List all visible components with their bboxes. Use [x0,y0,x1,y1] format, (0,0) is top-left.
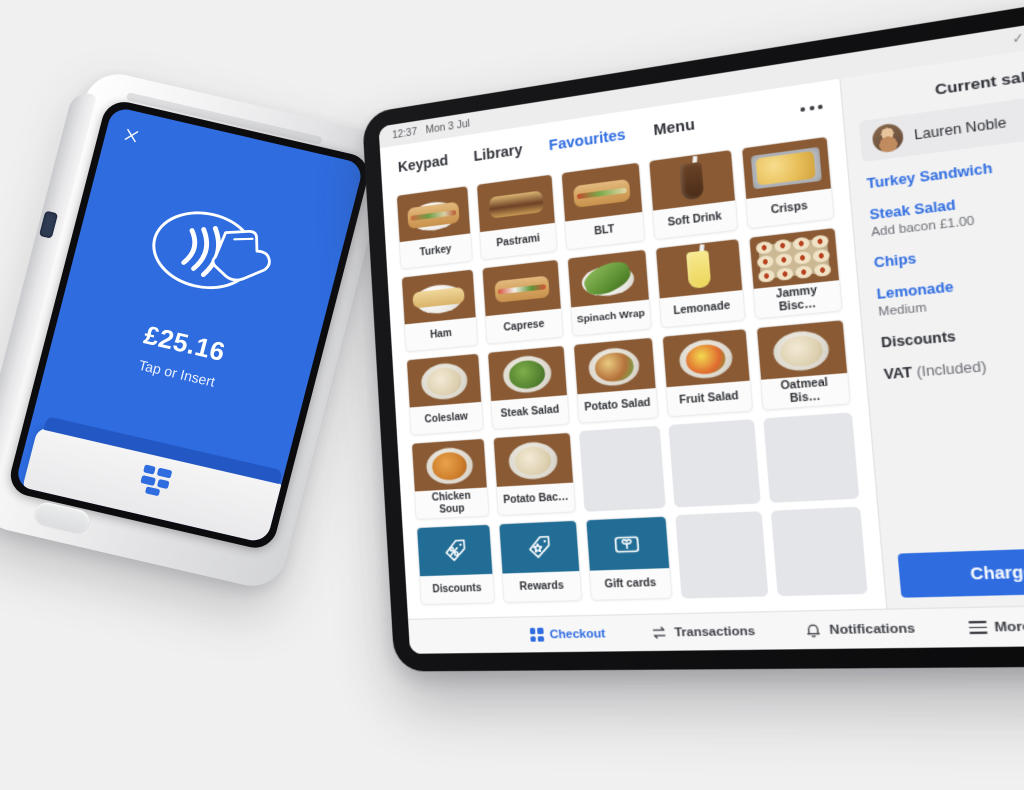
nav-item-more[interactable]: More [968,619,1024,634]
product-image [741,136,831,200]
charge-button[interactable]: Charge £25.16 [897,544,1024,598]
product-image [488,345,567,402]
product-image [396,186,471,243]
check-icon: ✓ [1011,31,1024,47]
catalog-pane: Keypad Library Favourites Menu Turkey Pa… [379,78,887,619]
product-image [749,228,840,289]
product-image [561,162,643,222]
product-image [494,432,573,487]
product-image [649,150,735,211]
product-image [567,249,650,308]
status-time: 12:37 [391,125,418,142]
payment-terminal-device: £25.16 Tap or Insert [0,67,395,593]
product-tile-turkey[interactable]: Turkey [395,185,474,270]
action-tile-discounts[interactable]: Discounts [416,523,496,606]
nav-label: Notifications [828,621,916,637]
terminal-prompt-block: £25.16 Tap or Insert [49,178,346,410]
product-tile-soft-drink[interactable]: Soft Drink [648,148,739,241]
product-tile-blt[interactable]: BLT [560,161,646,251]
tab-favourites[interactable]: Favourites [548,127,626,155]
discount-tag-icon [417,524,493,577]
product-tile-pastrami[interactable]: Pastrami [476,173,558,261]
product-tile-spinach-wrap[interactable]: Spinach Wrap [566,248,653,337]
contactless-payment-icon [152,211,271,290]
grid-row: Discounts Rewards Gift cards [416,506,868,606]
cart-discounts-row[interactable]: Discounts [880,312,1024,351]
product-image [756,320,848,380]
action-tile-rewards[interactable]: Rewards [498,519,583,604]
product-label: Chicken Soup [431,490,472,516]
empty-tile [762,412,860,503]
cart-vat-label: VAT [883,364,913,383]
cart-item[interactable]: Lemonade Medium [876,261,1024,319]
scene: £25.16 Tap or Insert 12:37 Mon 3 Jul ✓ K… [0,0,1024,790]
product-tile-lemonade[interactable]: Lemonade [655,238,746,329]
product-tile-crisps[interactable]: Crisps [740,135,835,230]
product-label: Coleslaw [424,410,469,426]
more-options-icon[interactable] [800,104,823,112]
product-image [573,337,656,395]
product-label: Steak Salad [500,403,560,420]
avatar [871,122,905,154]
nav-item-notifications[interactable]: Notifications [804,620,916,639]
cart-discounts-label: Discounts [880,328,957,351]
action-label: Rewards [519,579,565,593]
empty-tile [675,511,768,599]
product-tile-steak-salad[interactable]: Steak Salad [487,344,570,430]
product-image [411,438,488,492]
product-tile-potato-salad[interactable]: Potato Salad [572,336,660,424]
tab-keypad[interactable]: Keypad [398,153,449,176]
action-label: Discounts [432,582,482,596]
action-tile-gift-cards[interactable]: Gift cards [585,515,673,601]
product-tile-ham[interactable]: Ham [400,268,479,353]
empty-tile [668,419,761,508]
product-tile-jammy-biscuits[interactable]: Jammy Bisc… [747,226,843,320]
tab-library[interactable]: Library [473,142,523,165]
tablet-device: 12:37 Mon 3 Jul ✓ Square Stand Keypad Li… [361,0,1024,672]
empty-tile [578,425,667,512]
product-image [482,259,561,317]
product-image [477,174,555,233]
empty-tile [770,506,868,597]
product-tile-potato-bacon[interactable]: Potato Bac… [492,431,577,517]
product-image [656,239,742,299]
bell-icon [804,621,823,638]
product-tile-fruit-salad[interactable]: Fruit Salad [661,328,753,418]
product-tile-oatmeal-biscuits[interactable]: Oatmeal Bis… [755,319,852,411]
gift-card-icon [586,516,670,571]
product-image [662,329,750,388]
product-image [401,269,477,325]
charge-area: Charge £25.16 [882,531,1024,608]
nav-item-transactions[interactable]: Transactions [650,623,756,641]
nav-label: Transactions [673,624,756,640]
nav-label: More [993,619,1024,635]
square-logo-icon [140,464,172,496]
product-image [406,353,482,408]
product-tile-chicken-soup[interactable]: Chicken Soup [410,437,491,521]
customer-name: Lauren Noble [913,114,1008,143]
close-icon[interactable] [121,125,142,145]
grid-icon [529,627,544,642]
product-tile-caprese[interactable]: Caprese [481,258,564,345]
reward-tag-icon [499,520,580,574]
transfer-arrows-icon [650,624,668,641]
hamburger-icon [968,621,988,634]
tab-menu[interactable]: Menu [653,117,696,140]
tablet-screen: 12:37 Mon 3 Jul ✓ Square Stand Keypad Li… [378,8,1024,654]
nav-item-checkout[interactable]: Checkout [529,627,606,642]
cart-item-list: Turkey Sandwich Steak Salad Add bacon £1… [849,141,1024,543]
cart-vat-row: VAT (Included) [883,346,1024,383]
favourites-grid: Turkey Pastrami BLT Soft Drink Crisps Ha… [382,129,886,619]
action-label: Gift cards [604,577,657,591]
product-tile-coleslaw[interactable]: Coleslaw [405,352,485,436]
tablet-bezel: 12:37 Mon 3 Jul ✓ Square Stand Keypad Li… [361,0,1024,672]
status-date: Mon 3 Jul [425,117,471,137]
nav-label: Checkout [549,627,606,641]
product-label: Potato Bac… [502,491,570,507]
cart-vat-note: (Included) [915,358,988,381]
